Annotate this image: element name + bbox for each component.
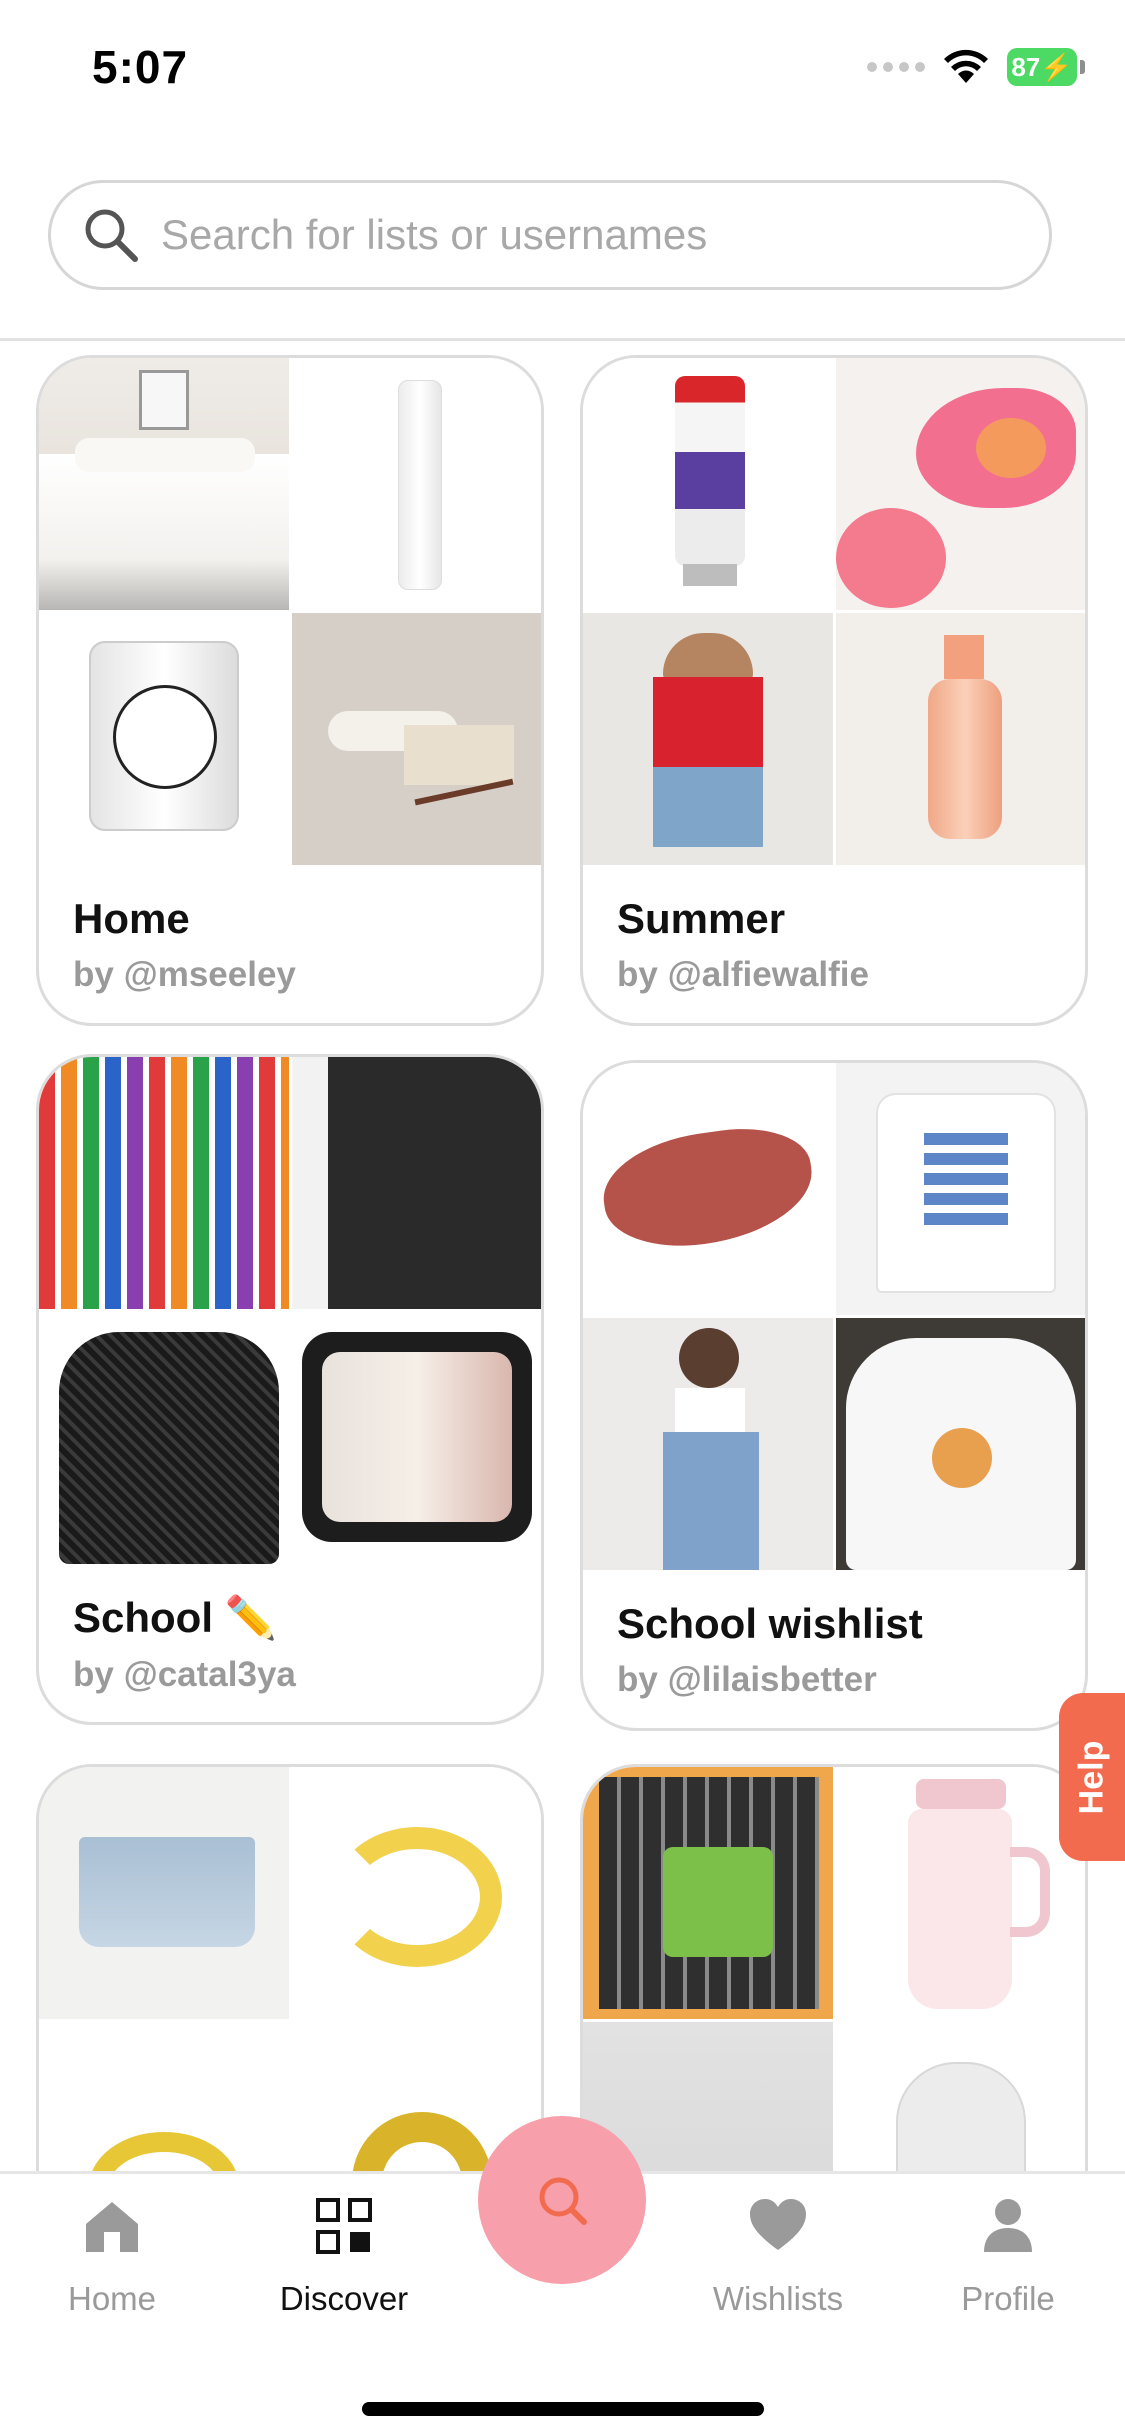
- thumb-brooklyn-tee: [835, 1063, 1085, 1315]
- tab-wishlists[interactable]: Wishlists: [688, 2194, 868, 2318]
- list-meta: Home by @mseeley: [39, 865, 541, 1023]
- status-bar: 5:07 87 ⚡: [0, 0, 1125, 140]
- list-card[interactable]: School ✏️ by @catal3ya: [36, 1054, 544, 1725]
- person-icon: [984, 2199, 1032, 2252]
- heart-icon: [750, 2199, 806, 2250]
- thumb-denim-skirt: [39, 1767, 289, 2019]
- search-icon: [85, 209, 138, 262]
- help-label: Help: [1072, 1740, 1111, 1814]
- thumb-pink-tumbler: [835, 1767, 1085, 2019]
- thumb-floral-top: [835, 358, 1085, 610]
- lists-grid: Home by @mseeley Summer by @alfiewalfie …: [0, 341, 1125, 2171]
- thumb-gold-ear-cuff: [291, 1767, 541, 2019]
- search-bar[interactable]: [48, 180, 1052, 290]
- list-card[interactable]: Summer by @alfiewalfie: [580, 355, 1088, 1026]
- list-author[interactable]: by @mseeley: [73, 955, 507, 995]
- thumb-white-backpack: [835, 2022, 1085, 2171]
- tab-home[interactable]: Home: [22, 2194, 202, 2318]
- battery-icon: 87 ⚡: [1007, 48, 1085, 86]
- status-icons: 87 ⚡: [867, 48, 1085, 86]
- status-time: 5:07: [92, 41, 189, 93]
- list-title: Summer: [617, 895, 786, 942]
- list-title: School ✏️: [73, 1594, 277, 1641]
- battery-level: 87: [1011, 51, 1041, 82]
- thumb-black-binder: [291, 1057, 541, 1309]
- list-title: School wishlist: [617, 1600, 923, 1647]
- thumb-gold-ring: [39, 2022, 289, 2171]
- search-input[interactable]: [161, 211, 1021, 259]
- thumb-incense-sticks: [291, 613, 541, 865]
- thumb-candle: [39, 613, 289, 865]
- list-thumbnails: [39, 1057, 541, 1564]
- list-card[interactable]: School wishlist by @lilaisbetter: [580, 1060, 1088, 1731]
- thumb-gel-pens: [39, 1057, 289, 1309]
- list-thumbnails: [583, 1063, 1085, 1570]
- tab-profile[interactable]: Profile: [918, 2194, 1098, 2318]
- wifi-icon: [944, 49, 988, 83]
- tab-home-label: Home: [67, 2280, 157, 2317]
- list-thumbnails: [583, 1767, 1085, 2171]
- thumb-toothpaste: [583, 358, 833, 610]
- list-card[interactable]: [36, 1764, 544, 2171]
- thumb-wide-leg-jeans: [583, 1318, 833, 1570]
- tab-discover-label: Discover: [279, 2280, 409, 2317]
- list-author[interactable]: by @alfiewalfie: [617, 955, 1051, 995]
- thumb-duvet-bed: [39, 358, 289, 610]
- list-author[interactable]: by @catal3ya: [73, 1655, 507, 1695]
- home-indicator: [362, 2402, 764, 2416]
- tab-bar: Home Discover Wishlists Profile: [0, 2116, 1125, 2436]
- thumb-red-tank-top: [583, 613, 833, 865]
- tab-discover[interactable]: Discover: [254, 2194, 434, 2318]
- list-thumbnails: [39, 1767, 541, 2171]
- thumb-mesh-backpack: [39, 1312, 289, 1564]
- help-button[interactable]: Help: [1059, 1693, 1125, 1861]
- list-meta: School ✏️ by @catal3ya: [39, 1564, 541, 1722]
- home-icon: [86, 2202, 138, 2252]
- list-card[interactable]: Home by @mseeley: [36, 355, 544, 1026]
- cellular-signal-icon: [867, 62, 925, 72]
- list-author[interactable]: by @lilaisbetter: [617, 1660, 1051, 1700]
- tab-profile-label: Profile: [961, 2280, 1055, 2317]
- thumb-spray-bottle: [291, 358, 541, 610]
- thumb-white-hoodie: [835, 1318, 1085, 1570]
- list-thumbnails: [39, 358, 541, 865]
- tab-wishlists-label: Wishlists: [712, 2280, 844, 2317]
- thumb-body-mist: [835, 613, 1085, 865]
- list-thumbnails: [583, 358, 1085, 865]
- list-card[interactable]: [580, 1764, 1088, 2171]
- grid-icon: [316, 2198, 372, 2254]
- thumb-clear-pouch: [291, 1312, 541, 1564]
- list-meta: Summer by @alfiewalfie: [583, 865, 1085, 1023]
- list-meta: School wishlist by @lilaisbetter: [583, 1570, 1085, 1728]
- thumb-mechanical-pencils: [583, 1767, 833, 2019]
- search-fab-button[interactable]: [478, 2116, 646, 2284]
- list-title: Home: [73, 895, 190, 942]
- thumb-lip-swatch: [583, 1063, 833, 1315]
- search-icon: [539, 2177, 587, 2225]
